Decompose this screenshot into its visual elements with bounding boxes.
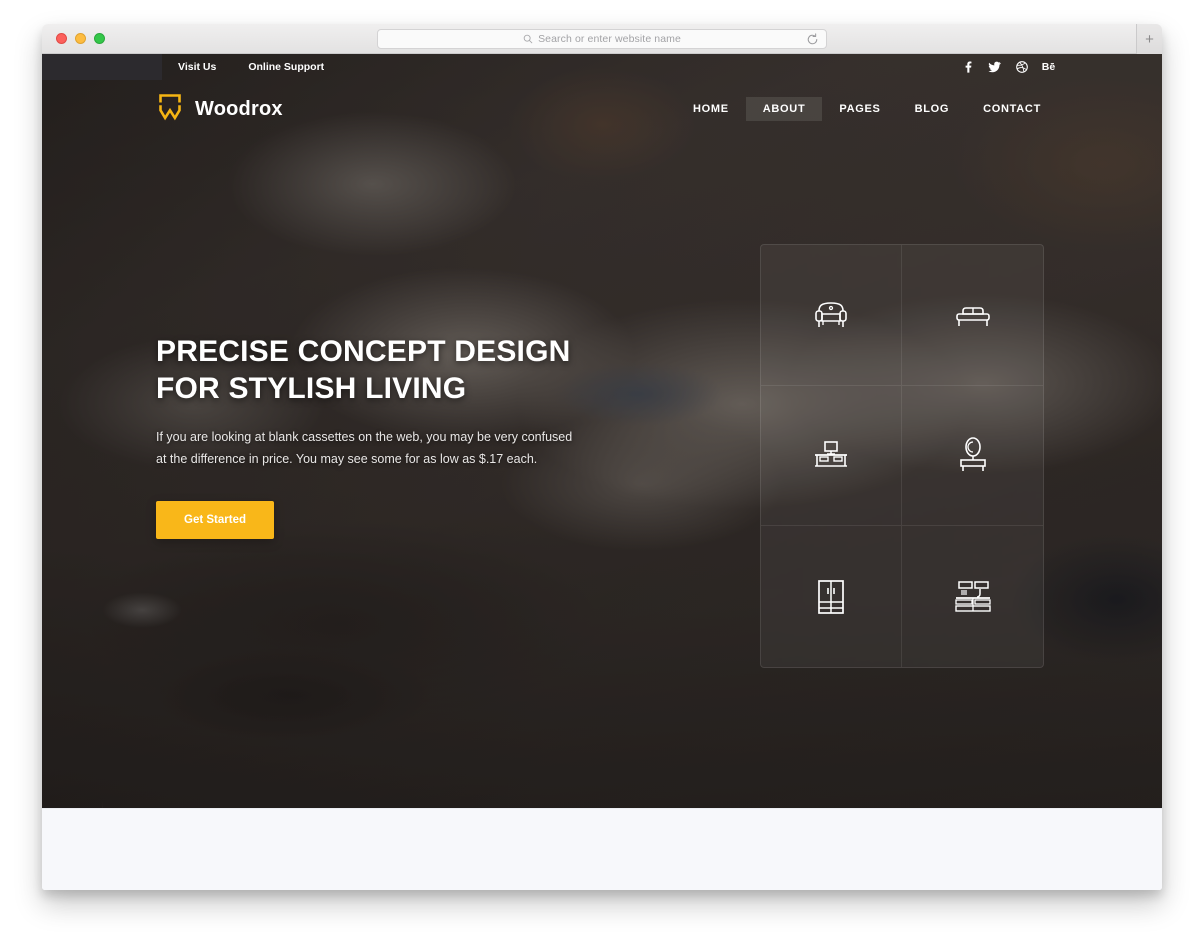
browser-titlebar: Search or enter website name + [42, 24, 1162, 54]
nav-item-pages[interactable]: PAGES [822, 97, 897, 121]
armchair-icon [812, 298, 850, 332]
nav-item-blog[interactable]: BLOG [898, 97, 967, 121]
maximize-window-button[interactable] [94, 33, 105, 44]
wardrobe-icon [816, 578, 846, 616]
nav-item-home[interactable]: HOME [676, 97, 746, 121]
hero-title-line-1: PRECISE CONCEPT DESIGN [156, 335, 571, 368]
category-wardrobe[interactable] [761, 526, 902, 667]
brand-logo[interactable]: Woodrox [156, 92, 283, 127]
social-links: Bē [954, 54, 1062, 80]
behance-icon[interactable]: Bē [1035, 54, 1062, 80]
address-bar[interactable]: Search or enter website name [377, 29, 827, 49]
hero-content: PRECISE CONCEPT DESIGN FOR STYLISH LIVIN… [156, 334, 586, 539]
category-dressing-table[interactable] [902, 386, 1043, 527]
dribbble-icon[interactable] [1008, 54, 1035, 80]
page-title: PRECISE CONCEPT DESIGN FOR STYLISH LIVIN… [156, 334, 586, 407]
get-started-button[interactable]: Get Started [156, 500, 274, 539]
topbar-link-online-support[interactable]: Online Support [232, 54, 340, 80]
topbar-left-block [42, 54, 162, 80]
new-tab-button[interactable]: + [1136, 24, 1162, 54]
addressbar-container: Search or enter website name [42, 29, 1162, 49]
kitchen-icon [953, 579, 993, 615]
hero-section: Visit Us Online Support Bē Woodrox HOME … [42, 54, 1162, 808]
topbar-link-visit-us[interactable]: Visit Us [162, 54, 232, 80]
browser-window: Search or enter website name + Visit Us … [42, 24, 1162, 890]
address-bar-placeholder: Search or enter website name [538, 33, 681, 45]
reload-icon[interactable] [806, 33, 819, 51]
close-window-button[interactable] [56, 33, 67, 44]
page-viewport: Visit Us Online Support Bē Woodrox HOME … [42, 54, 1162, 890]
category-armchair[interactable] [761, 245, 902, 386]
minimize-window-button[interactable] [75, 33, 86, 44]
nav-item-contact[interactable]: CONTACT [966, 97, 1058, 121]
bed-icon [953, 300, 993, 330]
dressing-table-icon [956, 436, 990, 474]
window-controls [42, 33, 105, 44]
facebook-icon[interactable] [954, 54, 981, 80]
hero-title-line-2: FOR STYLISH LIVING [156, 371, 467, 405]
search-icon [523, 34, 533, 44]
category-kitchen[interactable] [902, 526, 1043, 667]
category-icon-panel [760, 244, 1044, 668]
site-header: Woodrox HOME ABOUT PAGES BLOG CONTACT [42, 80, 1162, 138]
nav-item-about[interactable]: ABOUT [745, 97, 823, 121]
category-office-desk[interactable] [761, 385, 902, 527]
utility-topbar: Visit Us Online Support Bē [42, 54, 1162, 80]
desk-icon [812, 438, 850, 472]
woodrox-w-mark-icon [156, 92, 184, 127]
twitter-icon[interactable] [981, 54, 1008, 80]
brand-name: Woodrox [195, 97, 283, 120]
main-navigation: HOME ABOUT PAGES BLOG CONTACT [676, 97, 1058, 121]
hero-paragraph: If you are looking at blank cassettes on… [156, 430, 573, 467]
below-fold-section [42, 808, 1162, 890]
category-bed[interactable] [902, 245, 1043, 386]
topbar-links: Visit Us Online Support [162, 54, 340, 80]
